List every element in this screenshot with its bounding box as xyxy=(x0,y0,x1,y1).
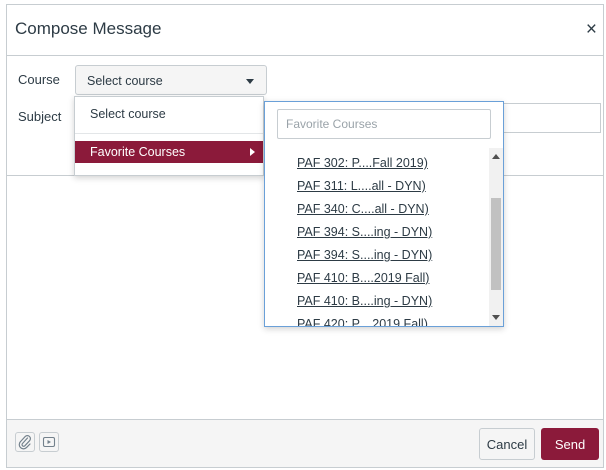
list-item[interactable]: PAF 420: P....2019 Fall) xyxy=(297,317,428,326)
course-dropdown-menu: Select course Favorite Courses xyxy=(74,96,264,176)
close-icon[interactable]: × xyxy=(586,20,597,39)
dialog-header: Compose Message × xyxy=(7,5,603,56)
scrollbar-thumb[interactable] xyxy=(491,198,501,290)
send-button[interactable]: Send xyxy=(541,428,599,460)
list-item[interactable]: PAF 410: B....ing - DYN) xyxy=(297,294,432,308)
list-item[interactable]: PAF 394: S....ing - DYN) xyxy=(297,248,432,262)
list-item[interactable]: PAF 410: B....2019 Fall) xyxy=(297,271,429,285)
course-label: Course xyxy=(18,72,60,87)
dialog-footer: Cancel Send xyxy=(7,419,603,467)
subject-input[interactable] xyxy=(503,103,601,133)
favorite-courses-list: PAF 302: P....Fall 2019) PAF 311: L....a… xyxy=(265,148,489,326)
attach-button[interactable] xyxy=(15,432,35,452)
list-item[interactable]: PAF 340: C....all - DYN) xyxy=(297,202,429,216)
scroll-down-icon[interactable] xyxy=(492,315,500,320)
favorite-courses-search-input[interactable] xyxy=(277,109,491,139)
list-item[interactable]: PAF 311: L....all - DYN) xyxy=(297,179,426,193)
paperclip-icon xyxy=(18,435,31,450)
media-button[interactable] xyxy=(39,432,59,452)
subject-label: Subject xyxy=(18,109,62,124)
cancel-button[interactable]: Cancel xyxy=(479,428,535,460)
menu-item-label: Favorite Courses xyxy=(90,145,186,159)
scroll-up-icon[interactable] xyxy=(492,154,500,159)
dialog-title: Compose Message xyxy=(15,19,162,38)
list-item[interactable]: PAF 302: P....Fall 2019) xyxy=(297,156,428,170)
menu-item-select-course[interactable]: Select course xyxy=(90,107,166,121)
list-item[interactable]: PAF 394: S....ing - DYN) xyxy=(297,225,432,239)
chevron-down-icon xyxy=(246,79,254,84)
media-icon xyxy=(42,436,56,448)
course-select-value: Select course xyxy=(87,74,163,88)
submenu-scrollbar[interactable] xyxy=(489,148,503,326)
course-select[interactable]: Select course xyxy=(75,65,267,95)
menu-item-favorite-courses[interactable]: Favorite Courses xyxy=(75,141,263,163)
chevron-right-icon xyxy=(250,148,255,156)
menu-separator xyxy=(75,133,263,134)
favorite-courses-submenu: PAF 302: P....Fall 2019) PAF 311: L....a… xyxy=(264,101,504,327)
